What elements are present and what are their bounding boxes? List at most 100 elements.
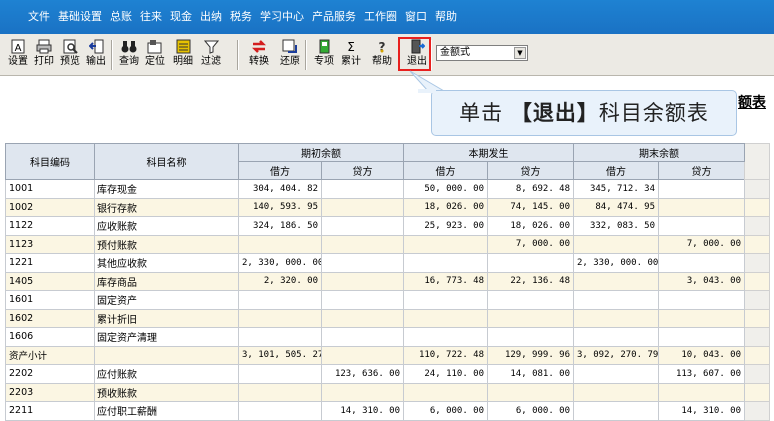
header-code[interactable]: 科目编码 xyxy=(5,143,95,180)
cell-amount[interactable] xyxy=(321,216,404,236)
cell-account-code[interactable]: 1405 xyxy=(5,271,95,291)
header-name[interactable]: 科目名称 xyxy=(94,143,239,180)
cell-amount[interactable] xyxy=(658,179,745,199)
cell-amount[interactable] xyxy=(487,253,574,273)
cell-amount[interactable] xyxy=(658,308,745,328)
cell-account-name[interactable]: 累计折旧 xyxy=(94,308,239,328)
cell-amount[interactable]: 324, 186. 50 xyxy=(238,216,322,236)
header-period-debit[interactable]: 借方 xyxy=(403,161,488,180)
cell-account-code[interactable]: 1122 xyxy=(5,216,95,236)
cell-account-name[interactable]: 其他应收款 xyxy=(94,253,239,273)
table-row[interactable]: 1606 固定资产清理 xyxy=(5,327,770,347)
cell-amount[interactable]: 123, 636. 00 xyxy=(321,364,404,384)
cell-amount[interactable] xyxy=(573,382,659,402)
cell-account-name[interactable]: 库存商品 xyxy=(94,271,239,291)
cell-account-code[interactable]: 2203 xyxy=(5,382,95,402)
cell-account-name[interactable]: 应付职工薪酬 xyxy=(94,401,239,421)
table-row[interactable]: 1405 库存商品 2, 320. 00 16, 773. 48 22, 136. 48… xyxy=(5,271,770,291)
cell-amount[interactable]: 18, 026. 00 xyxy=(487,216,574,236)
cell-amount[interactable]: 14, 081. 00 xyxy=(487,364,574,384)
cell-amount[interactable] xyxy=(321,271,404,291)
menu-item-4[interactable]: 现金 xyxy=(166,0,196,34)
menu-item-9[interactable]: 工作圈 xyxy=(360,0,401,34)
cell-amount[interactable] xyxy=(658,327,745,347)
menu-item-3[interactable]: 往来 xyxy=(136,0,166,34)
toolbar-button-7[interactable]: 过滤 xyxy=(198,38,224,72)
header-closing-debit[interactable]: 借方 xyxy=(573,161,659,180)
menu-item-7[interactable]: 学习中心 xyxy=(256,0,308,34)
cell-amount[interactable] xyxy=(658,253,745,273)
menu-item-11[interactable]: 帮助 xyxy=(431,0,461,34)
cell-amount[interactable] xyxy=(658,382,745,402)
cell-amount[interactable]: 129, 999. 96 xyxy=(487,345,574,365)
menu-item-8[interactable]: 产品服务 xyxy=(308,0,360,34)
cell-amount[interactable] xyxy=(321,382,404,402)
cell-amount[interactable]: 14, 310. 00 xyxy=(321,401,404,421)
toolbar-button-9[interactable]: 还原 xyxy=(275,38,305,72)
cell-amount[interactable] xyxy=(573,401,659,421)
cell-account-name[interactable]: 固定资产 xyxy=(94,290,239,310)
cell-amount[interactable]: 7, 000. 00 xyxy=(658,234,745,254)
cell-amount[interactable]: 6, 000. 00 xyxy=(403,401,488,421)
header-opening-credit[interactable]: 贷方 xyxy=(321,161,404,180)
cell-account-name[interactable]: 银行存款 xyxy=(94,197,239,217)
toolbar-button-2[interactable]: 预览 xyxy=(58,38,82,72)
cell-amount[interactable]: 110, 722. 48 xyxy=(403,345,488,365)
cell-amount[interactable] xyxy=(403,327,488,347)
cell-amount[interactable]: 332, 083. 50 xyxy=(573,216,659,236)
cell-amount[interactable] xyxy=(321,179,404,199)
cell-amount[interactable] xyxy=(573,308,659,328)
menu-item-2[interactable]: 总账 xyxy=(106,0,136,34)
cell-account-code[interactable]: 1001 xyxy=(5,179,95,199)
menu-item-6[interactable]: 税务 xyxy=(226,0,256,34)
toolbar-button-11[interactable]: Σ 累计 xyxy=(338,38,364,72)
cell-amount[interactable]: 24, 110. 00 xyxy=(403,364,488,384)
cell-account-name[interactable]: 固定资产清理 xyxy=(94,327,239,347)
cell-account-code[interactable]: 1002 xyxy=(5,197,95,217)
cell-account-code[interactable]: 资产小计 xyxy=(5,345,95,365)
cell-amount[interactable] xyxy=(403,382,488,402)
table-row[interactable]: 1123 预付账款 7, 000. 00 7, 000. 00 xyxy=(5,234,770,254)
cell-amount[interactable]: 74, 145. 00 xyxy=(487,197,574,217)
toolbar-button-6[interactable]: 明细 xyxy=(170,38,196,72)
menu-item-1[interactable]: 基础设置 xyxy=(54,0,106,34)
menu-item-5[interactable]: 出纳 xyxy=(196,0,226,34)
toolbar-button-3[interactable]: 输出 xyxy=(84,38,108,72)
cell-amount[interactable]: 10, 043. 00 xyxy=(658,345,745,365)
cell-amount[interactable]: 3, 043. 00 xyxy=(658,271,745,291)
cell-amount[interactable]: 3, 092, 270. 79 xyxy=(573,345,659,365)
table-row[interactable]: 2203 预收账款 xyxy=(5,382,770,402)
toolbar-button-12[interactable]: ? 帮助 xyxy=(368,38,396,72)
table-row[interactable]: 2211 应付职工薪酬 14, 310. 00 6, 000. 00 6, 000. 0… xyxy=(5,401,770,421)
cell-account-name[interactable]: 预收账款 xyxy=(94,382,239,402)
cell-account-name[interactable]: 应付账款 xyxy=(94,364,239,384)
cell-amount[interactable] xyxy=(658,216,745,236)
cell-amount[interactable] xyxy=(403,234,488,254)
cell-amount[interactable] xyxy=(238,327,322,347)
header-closing-credit[interactable]: 贷方 xyxy=(658,161,745,180)
cell-amount[interactable] xyxy=(321,290,404,310)
toolbar-button-10[interactable]: 专项 xyxy=(312,38,336,72)
cell-amount[interactable] xyxy=(658,290,745,310)
cell-account-name[interactable] xyxy=(94,345,239,365)
cell-amount[interactable] xyxy=(573,327,659,347)
cell-amount[interactable] xyxy=(238,401,322,421)
cell-amount[interactable] xyxy=(573,364,659,384)
cell-amount[interactable]: 50, 000. 00 xyxy=(403,179,488,199)
cell-amount[interactable] xyxy=(403,253,488,273)
cell-amount[interactable]: 2, 330, 000. 00 xyxy=(238,253,322,273)
cell-amount[interactable]: 2, 330, 000. 00 xyxy=(573,253,659,273)
cell-account-code[interactable]: 1606 xyxy=(5,327,95,347)
cell-amount[interactable] xyxy=(487,308,574,328)
format-select[interactable]: 金额式 ▼ xyxy=(436,45,528,61)
cell-amount[interactable] xyxy=(238,234,322,254)
cell-amount[interactable] xyxy=(238,364,322,384)
table-row[interactable]: 1601 固定资产 xyxy=(5,290,770,310)
cell-amount[interactable]: 14, 310. 00 xyxy=(658,401,745,421)
cell-amount[interactable] xyxy=(573,234,659,254)
cell-account-code[interactable]: 1123 xyxy=(5,234,95,254)
cell-amount[interactable]: 3, 101, 505. 27 xyxy=(238,345,322,365)
cell-amount[interactable] xyxy=(321,327,404,347)
cell-amount[interactable]: 2, 320. 00 xyxy=(238,271,322,291)
cell-amount[interactable]: 16, 773. 48 xyxy=(403,271,488,291)
